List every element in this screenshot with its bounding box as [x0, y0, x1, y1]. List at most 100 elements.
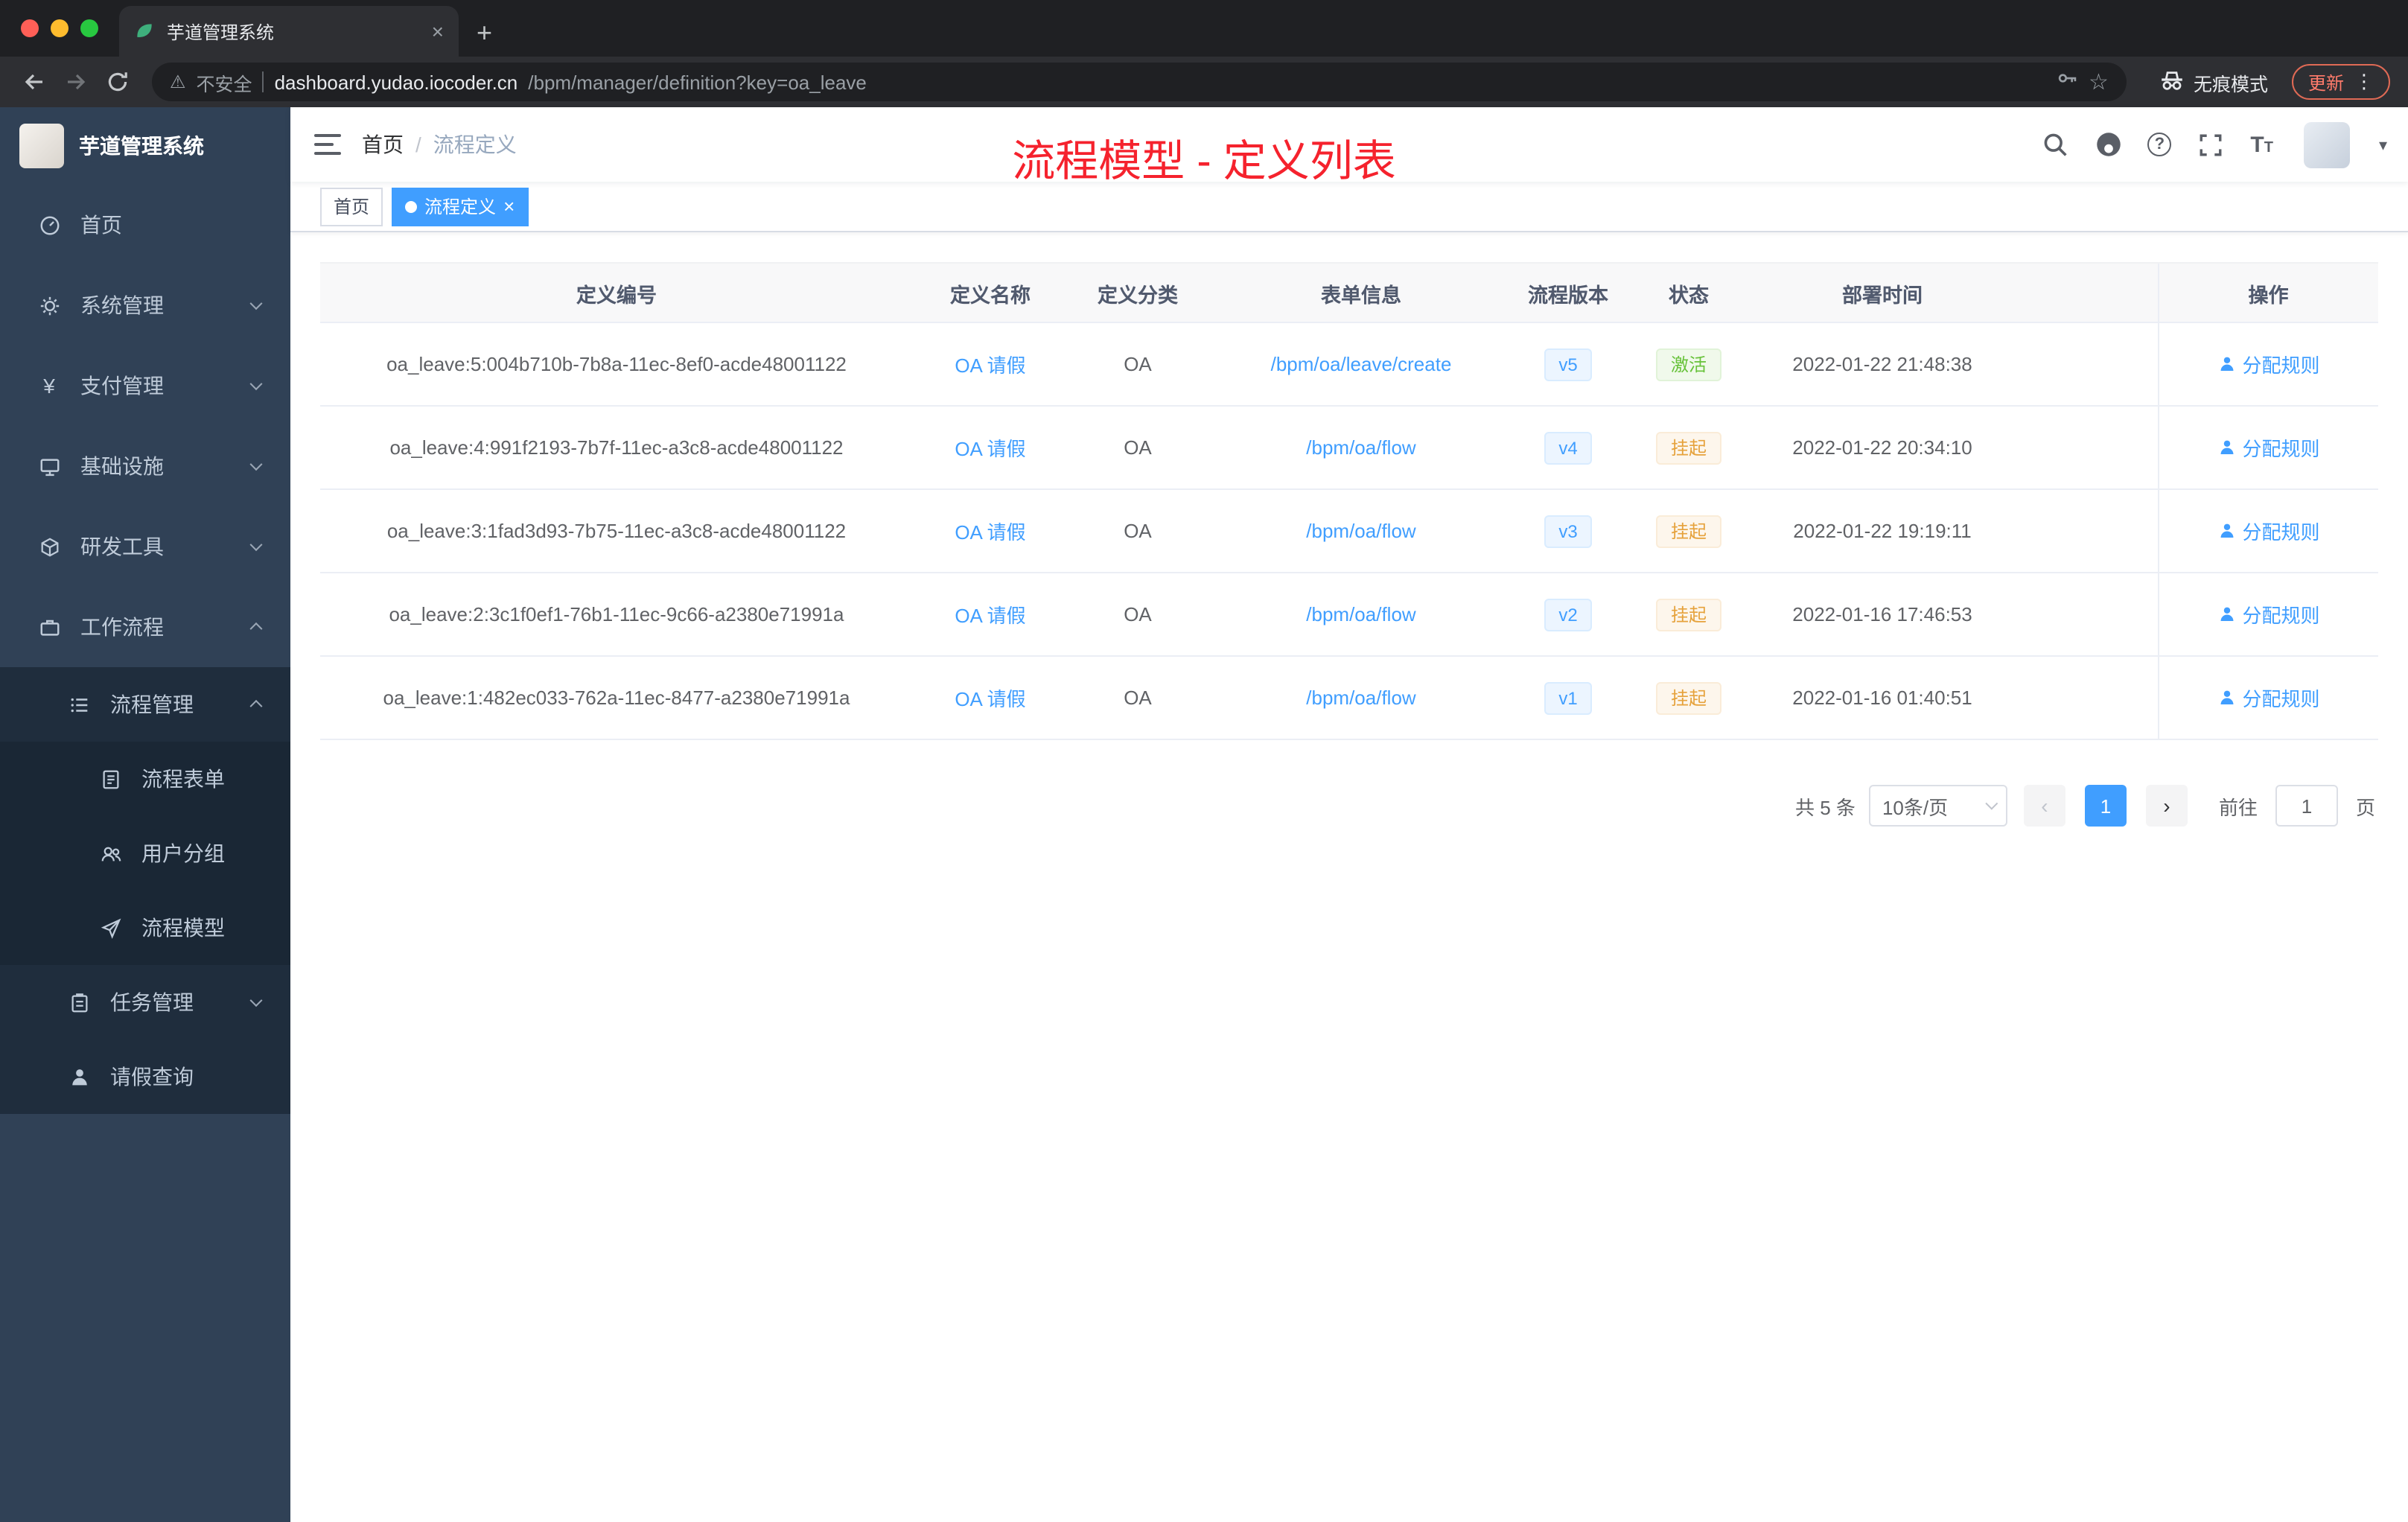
- spacer: [2009, 262, 2158, 323]
- navbar-actions: ? TT ▾: [2040, 121, 2387, 168]
- status-badge: 挂起: [1655, 515, 1721, 547]
- table-row[interactable]: oa_leave:3:1fad3d93-7b75-11ec-a3c8-acde4…: [320, 489, 2378, 573]
- breadcrumb: 首页 / 流程定义: [362, 130, 517, 159]
- tag-process-definition[interactable]: 流程定义 ×: [392, 187, 529, 226]
- search-icon[interactable]: [2040, 130, 2068, 159]
- screen: 芋道管理系统 × + ⚠ 不安全 dashboard.yudao.iocoder…: [0, 0, 2408, 1522]
- form-info-link[interactable]: /bpm/oa/flow: [1306, 436, 1415, 459]
- assign-rule-button[interactable]: 分配规则: [2217, 433, 2320, 462]
- menu-kebab-icon[interactable]: ⋮: [2354, 70, 2374, 94]
- chevron-up-icon: [249, 622, 263, 635]
- bookmark-star-icon[interactable]: ☆: [2089, 69, 2109, 95]
- assign-rule-button[interactable]: 分配规则: [2217, 684, 2320, 712]
- definition-category: OA: [1124, 687, 1152, 709]
- document-icon: [98, 767, 122, 791]
- table-row[interactable]: oa_leave:4:991f2193-7b7f-11ec-a3c8-acde4…: [320, 406, 2378, 490]
- font-size-icon[interactable]: TT: [2250, 133, 2273, 156]
- definition-name-link[interactable]: OA 请假: [955, 438, 1025, 460]
- window-zoom-button[interactable]: [80, 19, 98, 37]
- sidebar-item-process-form[interactable]: 流程表单: [0, 742, 290, 816]
- sidebar-item-workflow[interactable]: 工作流程: [0, 587, 290, 667]
- sidebar-toggle-button[interactable]: [314, 134, 341, 155]
- sidebar-item-process-model[interactable]: 流程模型: [0, 891, 290, 965]
- table-row[interactable]: oa_leave:2:3c1f0ef1-76b1-11ec-9c66-a2380…: [320, 573, 2378, 657]
- browser-toolbar: ⚠ 不安全 dashboard.yudao.iocoder.cn /bpm/ma…: [0, 57, 2408, 107]
- back-button[interactable]: [18, 66, 51, 98]
- sidebar-item-payment-mgmt[interactable]: ¥ 支付管理: [0, 346, 290, 426]
- github-icon[interactable]: [2094, 130, 2122, 159]
- chevron-up-icon: [249, 699, 263, 713]
- sidebar-item-user-group[interactable]: 用户分组: [0, 816, 290, 891]
- breadcrumb-home[interactable]: 首页: [362, 130, 404, 159]
- browser-tab[interactable]: 芋道管理系统 ×: [119, 6, 459, 57]
- logo-avatar: [19, 124, 64, 168]
- table-row[interactable]: oa_leave:1:482ec033-762a-11ec-8477-a2380…: [320, 656, 2378, 740]
- assign-rule-button[interactable]: 分配规则: [2217, 517, 2320, 545]
- page-size-select[interactable]: 10条/页: [1868, 785, 2007, 827]
- definition-name-link[interactable]: OA 请假: [955, 688, 1025, 710]
- tag-home[interactable]: 首页: [320, 187, 383, 226]
- incognito-badge: 无痕模式: [2159, 67, 2268, 97]
- prev-page-button[interactable]: ‹: [2023, 785, 2065, 827]
- page-1-button[interactable]: 1: [2084, 785, 2127, 827]
- password-key-icon[interactable]: [2056, 67, 2078, 97]
- definition-category: OA: [1124, 353, 1152, 375]
- sidebar-item-dev-tools[interactable]: 研发工具: [0, 506, 290, 587]
- window-minimize-button[interactable]: [51, 19, 69, 37]
- sidebar-item-system-mgmt[interactable]: 系统管理: [0, 265, 290, 346]
- assign-rule-button[interactable]: 分配规则: [2217, 600, 2320, 628]
- tag-label: 流程定义: [424, 197, 497, 217]
- sidebar-menu: 首页 系统管理 ¥ 支付管理 基础设施 研发工具 工作流程 流程管理 流程表单 …: [0, 185, 290, 1114]
- address-bar[interactable]: ⚠ 不安全 dashboard.yudao.iocoder.cn /bpm/ma…: [152, 63, 2127, 101]
- window-close-button[interactable]: [21, 19, 39, 37]
- definition-name-link[interactable]: OA 请假: [955, 521, 1025, 544]
- sidebar-item-leave-query[interactable]: 请假查询: [0, 1039, 290, 1114]
- deploy-time: 2022-01-22 19:19:11: [1793, 520, 1972, 542]
- url-path: /bpm/manager/definition?key=oa_leave: [528, 71, 867, 93]
- app-logo[interactable]: 芋道管理系统: [0, 107, 290, 185]
- next-page-button[interactable]: ›: [2145, 785, 2188, 827]
- update-label: 更新: [2307, 72, 2344, 93]
- status-badge: 挂起: [1655, 431, 1721, 464]
- form-info-link[interactable]: /bpm/oa/leave/create: [1271, 353, 1452, 375]
- goto-label: 前往: [2218, 796, 2258, 818]
- form-info-link[interactable]: /bpm/oa/flow: [1306, 603, 1415, 625]
- form-info-link[interactable]: /bpm/oa/flow: [1306, 520, 1415, 542]
- table-row[interactable]: oa_leave:5:004b710b-7b8a-11ec-8ef0-acde4…: [320, 322, 2378, 407]
- avatar-caret-icon[interactable]: ▾: [2379, 135, 2387, 154]
- incognito-label: 无痕模式: [2193, 74, 2268, 95]
- dashboard-icon: [37, 213, 61, 237]
- col-definition-category: 定义分类: [1068, 262, 1208, 323]
- form-info-link[interactable]: /bpm/oa/flow: [1306, 687, 1415, 709]
- new-tab-button[interactable]: +: [477, 19, 492, 46]
- version-badge: v5: [1544, 348, 1593, 380]
- fullscreen-icon[interactable]: [2197, 130, 2225, 159]
- version-badge: v2: [1544, 598, 1593, 631]
- definition-name-link[interactable]: OA 请假: [955, 354, 1025, 377]
- sidebar-item-infrastructure[interactable]: 基础设施: [0, 426, 290, 506]
- tag-close-icon[interactable]: ×: [503, 197, 515, 216]
- sidebar-item-task-mgmt[interactable]: 任务管理: [0, 965, 290, 1039]
- deploy-time: 2022-01-22 21:48:38: [1792, 353, 1972, 375]
- tab-close-icon[interactable]: ×: [432, 21, 444, 42]
- security-label[interactable]: 不安全: [197, 68, 252, 96]
- help-icon[interactable]: ?: [2147, 133, 2172, 156]
- forward-button[interactable]: [60, 66, 92, 98]
- app-title: 芋道管理系统: [79, 134, 204, 158]
- definition-id: oa_leave:2:3c1f0ef1-76b1-11ec-9c66-a2380…: [389, 603, 844, 625]
- update-button[interactable]: 更新 ⋮: [2291, 64, 2390, 100]
- avatar[interactable]: [2304, 121, 2351, 168]
- goto-suffix: 页: [2355, 796, 2375, 818]
- definition-name-link[interactable]: OA 请假: [955, 605, 1025, 627]
- assign-rule-button[interactable]: 分配规则: [2217, 350, 2320, 378]
- sidebar-item-home[interactable]: 首页: [0, 185, 290, 265]
- tags-view-bar: 首页 流程定义 ×: [290, 182, 2408, 232]
- status-badge: 激活: [1655, 348, 1721, 380]
- definition-id: oa_leave:3:1fad3d93-7b75-11ec-a3c8-acde4…: [386, 520, 847, 542]
- goto-page-input[interactable]: [2275, 785, 2338, 827]
- incognito-icon: [2159, 67, 2185, 97]
- deploy-time: 2022-01-22 20:34:10: [1792, 436, 1972, 459]
- spacer: [2009, 573, 2158, 657]
- reload-button[interactable]: [101, 66, 134, 98]
- sidebar-item-process-mgmt[interactable]: 流程管理: [0, 667, 290, 742]
